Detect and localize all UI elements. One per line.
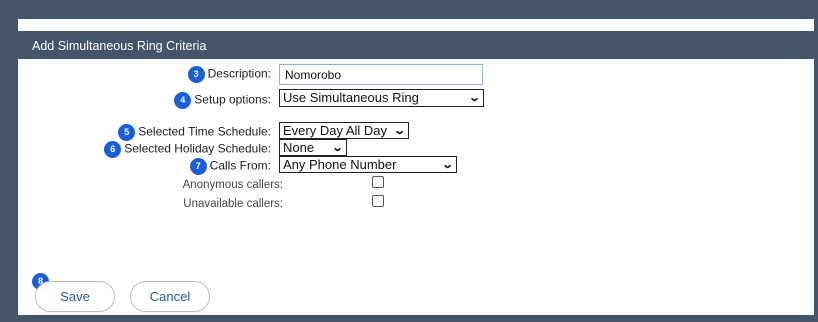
step-badge-5: 5 [118, 124, 136, 141]
unavailable-callers-label: Unavailable callers: [183, 198, 283, 210]
unavailable-callers-checkbox[interactable] [372, 195, 384, 207]
setup-options-select[interactable]: Use Simultaneous Ring ⌄ [279, 89, 484, 107]
holiday-schedule-label: 6 Selected Holiday Schedule: [104, 141, 271, 158]
calls-from-select[interactable]: Any Phone Number ⌄ [279, 156, 457, 173]
time-schedule-select[interactable]: Every Day All Day ⌄ [279, 122, 409, 139]
description-input[interactable] [279, 64, 483, 85]
time-schedule-label: 5 Selected Time Schedule: [118, 124, 271, 141]
top-bar [18, 19, 814, 31]
setup-options-label: 4 Setup options: [174, 92, 271, 109]
step-badge-6: 6 [104, 141, 122, 158]
step-badge-7: 7 [189, 158, 207, 175]
calls-from-label: 7 Calls From: [189, 158, 271, 175]
anonymous-callers-label: Anonymous callers: [182, 179, 283, 191]
holiday-schedule-select[interactable]: None ⌄ [279, 139, 347, 156]
save-button[interactable]: Save [35, 281, 115, 312]
anonymous-callers-checkbox[interactable] [372, 176, 384, 188]
step-badge-4: 4 [174, 92, 192, 109]
chevron-down-icon: ⌄ [467, 92, 481, 104]
chevron-down-icon: ⌄ [440, 159, 454, 171]
step-badge-3: 3 [187, 66, 205, 83]
cancel-button[interactable]: Cancel [130, 281, 210, 312]
description-label: 3 Description: [187, 66, 271, 83]
chevron-down-icon: ⌄ [330, 142, 344, 154]
dialog-title: Add Simultaneous Ring Criteria [18, 34, 814, 59]
chevron-down-icon: ⌄ [392, 125, 406, 137]
